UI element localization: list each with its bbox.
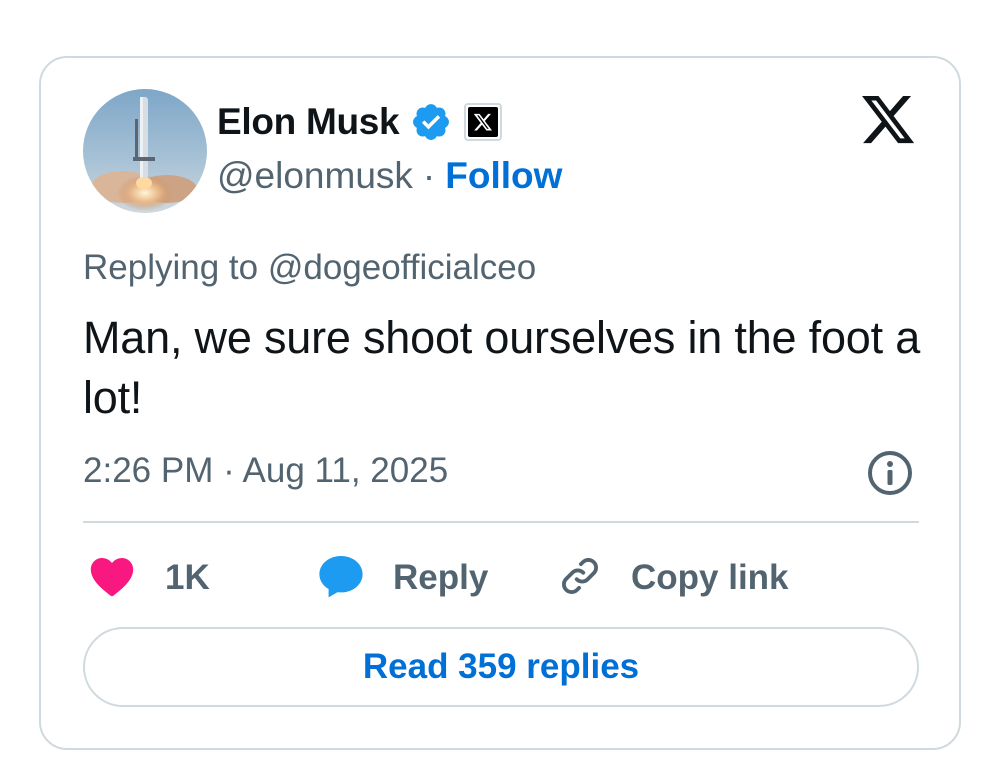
copy-link-button[interactable]: Copy link: [557, 550, 789, 606]
tweet-card: Elon Musk @elonmusk · Follow Replying to…: [39, 56, 961, 750]
speech-bubble-icon: [317, 553, 365, 604]
reply-button[interactable]: Reply: [317, 550, 488, 606]
verified-badge-icon: [410, 101, 452, 143]
author-name[interactable]: Elon Musk: [217, 100, 400, 144]
reply-label: Reply: [393, 558, 489, 597]
divider: [83, 521, 919, 523]
author-handle-row: @elonmusk · Follow: [217, 154, 562, 198]
avatar[interactable]: [83, 89, 207, 213]
info-icon[interactable]: [866, 449, 914, 497]
read-replies-button[interactable]: Read 359 replies: [83, 627, 919, 707]
rocket-launch-avatar-image: [83, 89, 207, 213]
tweet-actions-bar: 1K Reply Copy link: [83, 550, 923, 606]
like-count: 1K: [165, 558, 210, 597]
tweet-timestamp[interactable]: 2:26 PM · Aug 11, 2025: [83, 449, 448, 493]
x-affiliation-icon[interactable]: [464, 103, 503, 141]
replying-to-text: Replying to @dogeofficialceo: [83, 248, 537, 287]
author-handle[interactable]: @elonmusk: [217, 154, 413, 198]
author-name-row: Elon Musk: [217, 100, 503, 144]
x-logo-icon[interactable]: [859, 95, 917, 149]
tweet-text: Man, we sure shoot ourselves in the foot…: [83, 312, 921, 423]
like-button[interactable]: 1K: [89, 550, 210, 606]
separator-dot: ·: [422, 155, 436, 196]
copy-link-label: Copy link: [631, 558, 789, 597]
follow-button[interactable]: Follow: [445, 154, 562, 198]
heart-icon: [89, 555, 135, 602]
link-icon: [557, 553, 603, 604]
